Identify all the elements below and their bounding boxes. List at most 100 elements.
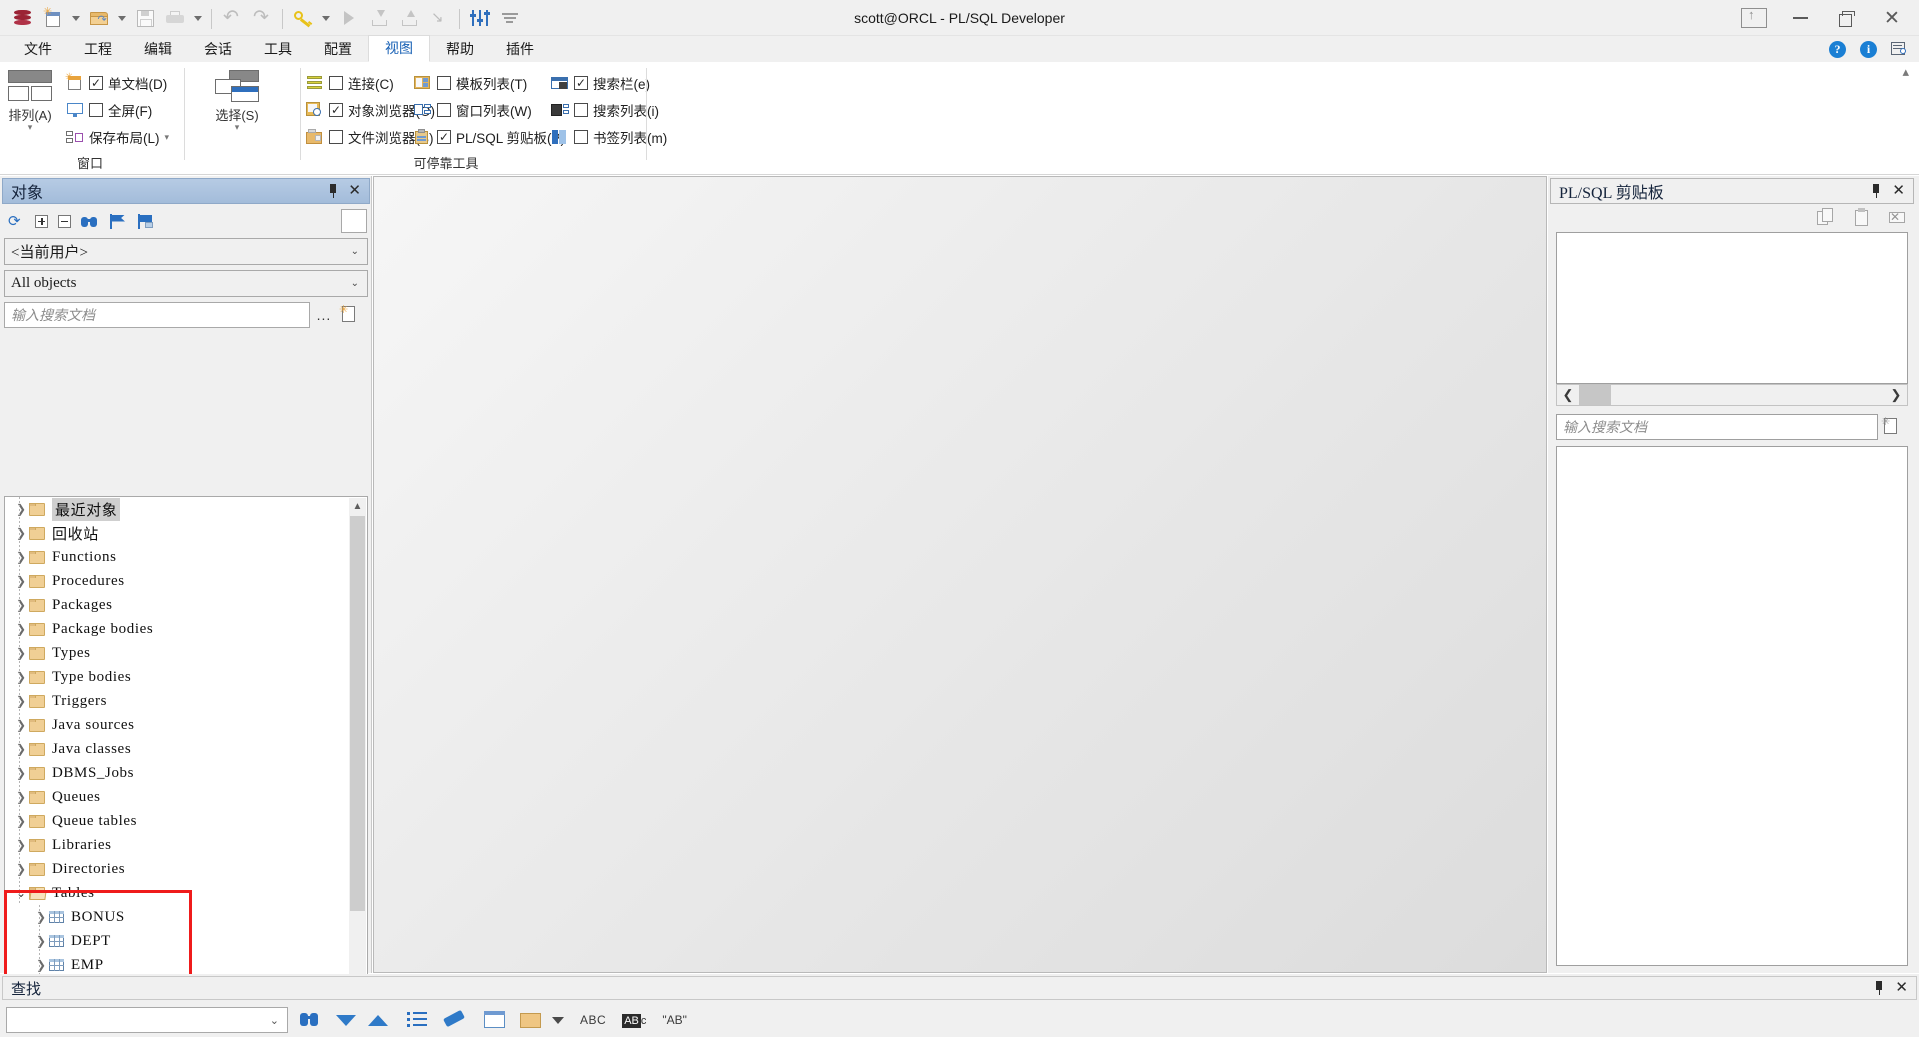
search-bar-checkbox-box[interactable]: ✓: [574, 76, 588, 90]
clipboard-list[interactable]: [1556, 232, 1908, 384]
clear-icon[interactable]: ✕: [1889, 208, 1909, 227]
scroll-right-arrow[interactable]: ❯: [1885, 387, 1907, 403]
fullscreen-checkbox[interactable]: 全屏(F): [66, 99, 152, 121]
window-list-checkbox-box[interactable]: [437, 103, 451, 117]
chevron-right-icon[interactable]: ❯: [13, 598, 29, 612]
info-icon[interactable]: i: [1860, 40, 1877, 58]
tree-node[interactable]: ❯ Functions: [5, 545, 351, 569]
fullscreen-checkbox-box[interactable]: [89, 103, 103, 117]
tree-node[interactable]: ❯ Queues: [5, 785, 351, 809]
object-tree[interactable]: ❯ 最近对象 ❯ 回收站 ❯ Functions ❯ Procedures ❯ Packages ❯…: [4, 496, 368, 1037]
menu-item-2[interactable]: 工程: [68, 36, 128, 62]
menu-item-6[interactable]: 配置: [308, 36, 368, 62]
plsql-clipboard-checkbox[interactable]: ✓ PL/SQL 剪贴板(P): [414, 126, 565, 148]
find-icon[interactable]: [298, 1009, 324, 1031]
pin-icon[interactable]: [1871, 184, 1881, 198]
restore-external-button[interactable]: [1731, 0, 1777, 36]
refresh-icon[interactable]: ⟳: [8, 213, 25, 230]
single-document-checkbox-box[interactable]: ✓: [89, 76, 103, 90]
folder-scope-icon[interactable]: [520, 1012, 542, 1029]
tree-node[interactable]: ❯ Directories: [5, 857, 351, 881]
search-list-checkbox-box[interactable]: [574, 103, 588, 117]
new-document-icon[interactable]: ✳: [1878, 416, 1906, 438]
expand-all-icon[interactable]: [35, 214, 48, 228]
help-icon[interactable]: ?: [1829, 40, 1846, 58]
chevron-right-icon[interactable]: ❯: [33, 958, 49, 972]
tree-node[interactable]: ❯ Libraries: [5, 833, 351, 857]
bookmark-list-checkbox[interactable]: 书签列表(m): [551, 126, 667, 148]
chevron-right-icon[interactable]: ❯: [13, 766, 29, 780]
chevron-right-icon[interactable]: ❯: [13, 742, 29, 756]
file-browser-checkbox-box[interactable]: [329, 130, 343, 144]
template-list-checkbox[interactable]: 模板列表(T): [414, 72, 527, 94]
menu-item-3[interactable]: 编辑: [128, 36, 188, 62]
chevron-right-icon[interactable]: ❯: [33, 934, 49, 948]
chevron-right-icon[interactable]: ❯: [13, 622, 29, 636]
scroll-up-arrow[interactable]: ▲: [349, 498, 366, 515]
chevron-right-icon[interactable]: ❯: [13, 694, 29, 708]
object-browser-checkbox-box[interactable]: ✓: [329, 103, 343, 117]
match-abc-icon[interactable]: ABC: [580, 1013, 606, 1027]
chevron-right-icon[interactable]: ❯: [13, 550, 29, 564]
chevron-right-icon[interactable]: ❯: [13, 646, 29, 660]
tree-scrollbar[interactable]: ▲ ▼: [349, 498, 366, 1037]
chevron-right-icon[interactable]: ❯: [13, 790, 29, 804]
pin-icon[interactable]: [328, 184, 338, 198]
pin-icon[interactable]: [1874, 981, 1884, 995]
save-layout-button[interactable]: 保存布局(L) ▾: [66, 126, 169, 148]
tree-node[interactable]: ❯ Package bodies: [5, 617, 351, 641]
find-previous-icon[interactable]: [368, 1014, 388, 1026]
match-case-icon[interactable]: AB c: [622, 1011, 646, 1029]
connections-checkbox-box[interactable]: [329, 76, 343, 90]
copy-icon[interactable]: [1817, 208, 1837, 227]
close-icon[interactable]: ✕: [1895, 980, 1908, 995]
chevron-right-icon[interactable]: ❯: [13, 814, 29, 828]
close-button[interactable]: ✕: [1869, 0, 1915, 36]
tree-node[interactable]: ❯ Queue tables: [5, 809, 351, 833]
find-next-icon[interactable]: [336, 1014, 356, 1026]
search-list-icon[interactable]: [1891, 41, 1909, 57]
chevron-right-icon[interactable]: ❯: [13, 838, 29, 852]
object-search-ellipsis-button[interactable]: ...: [310, 307, 338, 323]
menu-item-5[interactable]: 工具: [248, 36, 308, 62]
chevron-right-icon[interactable]: ❯: [33, 910, 49, 924]
collapse-all-icon[interactable]: [58, 214, 71, 228]
tree-node[interactable]: ❯ Java sources: [5, 713, 351, 737]
menu-item-1[interactable]: 文件: [8, 36, 68, 62]
tree-node[interactable]: ❯ Type bodies: [5, 665, 351, 689]
tree-node[interactable]: ❯ Types: [5, 641, 351, 665]
bookmark-list-checkbox-box[interactable]: [574, 130, 588, 144]
filter-icon[interactable]: [109, 213, 127, 229]
tree-node[interactable]: ❯ Packages: [5, 593, 351, 617]
tree-node[interactable]: ❯ Procedures: [5, 569, 351, 593]
search-list-checkbox[interactable]: 搜索列表(i): [551, 99, 659, 121]
chevron-right-icon[interactable]: ❯: [13, 862, 29, 876]
scroll-thumb[interactable]: [1579, 385, 1611, 405]
paste-icon[interactable]: [1853, 208, 1873, 227]
user-select-combo[interactable]: <当前用户> ⌄: [4, 238, 368, 265]
object-panel-extra-box[interactable]: [341, 209, 367, 233]
window-scope-icon[interactable]: [484, 1011, 506, 1029]
clipboard-horizontal-scrollbar[interactable]: ❮ ❯: [1556, 384, 1908, 406]
chevron-down-icon[interactable]: ⌄: [270, 1014, 279, 1027]
scroll-left-arrow[interactable]: ❮: [1557, 387, 1579, 403]
tree-node[interactable]: ❯ 最近对象: [5, 497, 351, 521]
main-work-area[interactable]: [373, 176, 1547, 973]
tree-node[interactable]: ❯ BONUS: [5, 905, 351, 929]
close-icon[interactable]: ✕: [1892, 183, 1905, 198]
tree-node[interactable]: ❯ DBMS_Jobs: [5, 761, 351, 785]
tree-node[interactable]: ⌄ Tables: [5, 881, 351, 905]
maximize-button[interactable]: [1823, 0, 1869, 36]
new-document-icon[interactable]: ✳: [338, 304, 362, 326]
clipboard-content-area[interactable]: [1556, 446, 1908, 966]
template-list-checkbox-box[interactable]: [437, 76, 451, 90]
menu-item-4[interactable]: 会话: [188, 36, 248, 62]
chevron-right-icon[interactable]: ❯: [13, 718, 29, 732]
close-icon[interactable]: ✕: [348, 183, 361, 198]
select-button[interactable]: 选择(S) ▾: [215, 70, 259, 132]
tree-node[interactable]: ❯ Java classes: [5, 737, 351, 761]
object-search-input[interactable]: 输入搜索文档: [4, 302, 310, 328]
window-list-checkbox[interactable]: 窗口列表(W): [414, 99, 532, 121]
find-list-icon[interactable]: [406, 1009, 432, 1031]
chevron-right-icon[interactable]: ❯: [13, 526, 29, 540]
